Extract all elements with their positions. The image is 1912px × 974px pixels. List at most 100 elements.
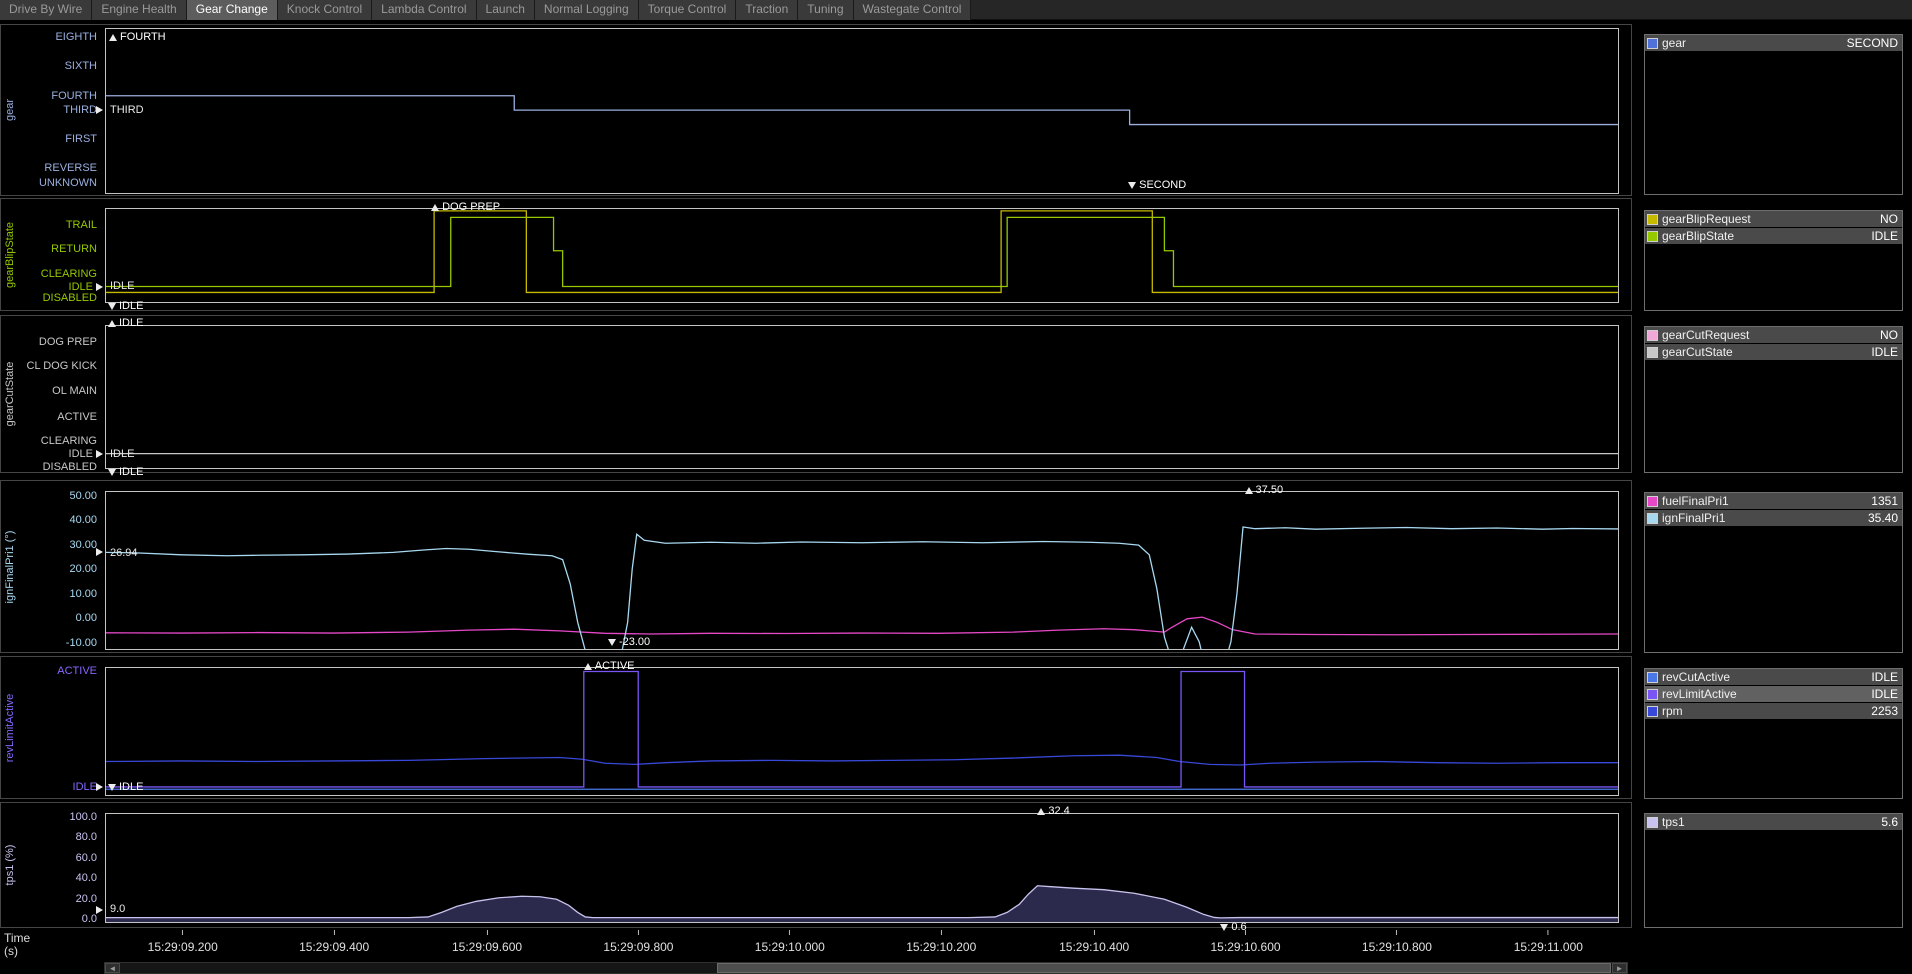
channel-color-chip (1647, 672, 1658, 683)
y-tick-label: 50.00 (69, 490, 97, 502)
channel-name: fuelFinalPri1 (1662, 493, 1871, 509)
y-tick-label: 20.0 (76, 893, 97, 905)
channel-color-chip (1647, 347, 1658, 358)
triangle-up-icon (1245, 487, 1253, 494)
y-tick-label: CLEARING (41, 268, 97, 280)
legend-row-ignfinalpri1[interactable]: ignFinalPri1 35.40 (1645, 510, 1902, 526)
tab-engine-health[interactable]: Engine Health (92, 0, 186, 20)
y-tick-label: THIRD (63, 104, 97, 116)
y-tick-label: ACTIVE (57, 665, 97, 677)
channel-value: 5.6 (1881, 814, 1902, 830)
channel-value: IDLE (1871, 228, 1902, 244)
y-tick-label: 40.00 (69, 514, 97, 526)
channel-name: gearCutState (1662, 344, 1871, 360)
tab-normal-logging[interactable]: Normal Logging (535, 0, 639, 20)
cursor-value: 9.0 (110, 903, 125, 915)
y-tick-label: TRAIL (66, 219, 97, 231)
scroll-right-button[interactable]: ► (1612, 963, 1627, 973)
plot-gearblipstate[interactable]: DOG PREP IDLE IDLE (105, 208, 1619, 303)
time-tick: 15:29:09.200 (148, 930, 218, 956)
min-marker: IDLE (108, 781, 143, 793)
legend-row-revcutactive[interactable]: revCutActive IDLE (1645, 669, 1902, 685)
legend-row-tps1[interactable]: tps1 5.6 (1645, 814, 1902, 830)
y-tick-label: 0.0 (82, 913, 97, 925)
y-axis-revlimitactive: ACTIVE IDLE (1, 667, 103, 796)
scrollbar-thumb[interactable] (717, 963, 1611, 973)
cursor-indicator (96, 106, 103, 114)
y-tick-label: OL MAIN (52, 385, 97, 397)
triangle-down-icon (108, 784, 116, 791)
legend-row-gear[interactable]: gear SECOND (1645, 35, 1902, 51)
cursor-indicator (96, 783, 103, 791)
horizontal-scrollbar[interactable]: ◄ ► (104, 962, 1628, 974)
legend-row-gearblipstate[interactable]: gearBlipState IDLE (1645, 228, 1902, 244)
tab-lambda-control[interactable]: Lambda Control (372, 0, 476, 20)
tab-knock-control[interactable]: Knock Control (278, 0, 372, 20)
min-marker: 0.6 (1220, 921, 1246, 933)
time-tick: 15:29:10.200 (906, 930, 976, 956)
max-marker: 37.50 (1245, 484, 1284, 496)
y-tick-label: 40.0 (76, 872, 97, 884)
legend-row-gearcutstate[interactable]: gearCutState IDLE (1645, 344, 1902, 360)
tab-launch[interactable]: Launch (477, 0, 535, 20)
plot-revlimitactive[interactable]: ACTIVE IDLE (105, 667, 1619, 796)
time-tick: 15:29:09.600 (452, 930, 522, 956)
y-axis-gearblipstate: TRAIL RETURN CLEARING DISABLED IDLE (1, 208, 103, 303)
cursor-value: 26.94 (110, 547, 138, 559)
y-tick-label: 0.00 (76, 612, 97, 624)
y-tick-label: 10.00 (69, 588, 97, 600)
triangle-up-icon (584, 663, 592, 670)
legend-panel-tps1: tps1 5.6 (1644, 813, 1903, 928)
legend-panel-gear: gear SECOND (1644, 34, 1903, 195)
scroll-left-button[interactable]: ◄ (105, 963, 120, 973)
triangle-right-icon (96, 106, 103, 114)
legend-row-gearcutrequest[interactable]: gearCutRequest NO (1645, 327, 1902, 343)
tab-traction[interactable]: Traction (736, 0, 798, 20)
channel-color-chip (1647, 496, 1658, 507)
y-tick-label: 30.00 (69, 539, 97, 551)
tab-tuning[interactable]: Tuning (798, 0, 853, 20)
time-tick: 15:29:09.800 (603, 930, 673, 956)
time-tick: 15:29:09.400 (299, 930, 369, 956)
plot-ignfinalpri1[interactable]: 37.50 -23.00 26.94 (105, 491, 1619, 650)
channel-name: gearBlipRequest (1662, 211, 1880, 227)
channel-color-chip (1647, 231, 1658, 242)
tab-wastegate-control[interactable]: Wastegate Control (854, 0, 972, 20)
channel-value: 1351 (1871, 493, 1902, 509)
plot-tps1[interactable]: 32.4 0.6 9.0 (105, 813, 1619, 923)
cursor-indicator: IDLE (69, 448, 103, 460)
scrollbar-track[interactable] (120, 963, 1612, 973)
channel-color-chip (1647, 513, 1658, 524)
y-tick-label: RETURN (51, 243, 97, 255)
chart-panel-ignfinalpri1: ignFinalPri1 (°) 50.00 40.00 30.00 20.00… (0, 480, 1632, 653)
cursor-indicator: IDLE (69, 281, 103, 293)
channel-name: revLimitActive (1662, 686, 1871, 702)
tabbar-filler (971, 0, 1912, 19)
max-marker: FOURTH (109, 31, 166, 43)
tab-gear-change[interactable]: Gear Change (187, 0, 278, 20)
legend-row-revlimitactive[interactable]: revLimitActive IDLE (1645, 686, 1902, 702)
triangle-right-icon (96, 548, 103, 556)
legend-row-rpm[interactable]: rpm 2253 (1645, 703, 1902, 719)
min-marker: SECOND (1128, 179, 1186, 191)
plot-gear[interactable]: FOURTH SECOND THIRD (105, 28, 1619, 194)
legend-panel-revlimit: revCutActive IDLE revLimitActive IDLE rp… (1644, 668, 1903, 799)
time-tick-row: 15:29:09.200 15:29:09.400 15:29:09.600 1… (104, 930, 1618, 962)
tab-drive-by-wire[interactable]: Drive By Wire (0, 0, 92, 20)
tab-torque-control[interactable]: Torque Control (639, 0, 737, 20)
legend-row-gearblisprequest[interactable]: gearBlipRequest NO (1645, 211, 1902, 227)
cursor-value: THIRD (110, 104, 144, 116)
y-tick-label: UNKNOWN (39, 177, 97, 189)
legend-row-fuelfinalpri1[interactable]: fuelFinalPri1 1351 (1645, 493, 1902, 509)
plot-gearcutstate[interactable]: IDLE IDLE IDLE (105, 325, 1619, 469)
chart-canvas-ignfinalpri1 (106, 492, 1618, 649)
time-tick: 15:29:10.600 (1211, 930, 1281, 956)
triangle-up-icon (431, 204, 439, 211)
channel-color-chip (1647, 214, 1658, 225)
channel-color-chip (1647, 689, 1658, 700)
min-marker: IDLE (108, 300, 143, 312)
max-marker: DOG PREP (431, 201, 500, 213)
y-tick-label: DISABLED (43, 292, 97, 304)
max-marker: ACTIVE (584, 660, 635, 672)
triangle-up-icon (1037, 808, 1045, 815)
